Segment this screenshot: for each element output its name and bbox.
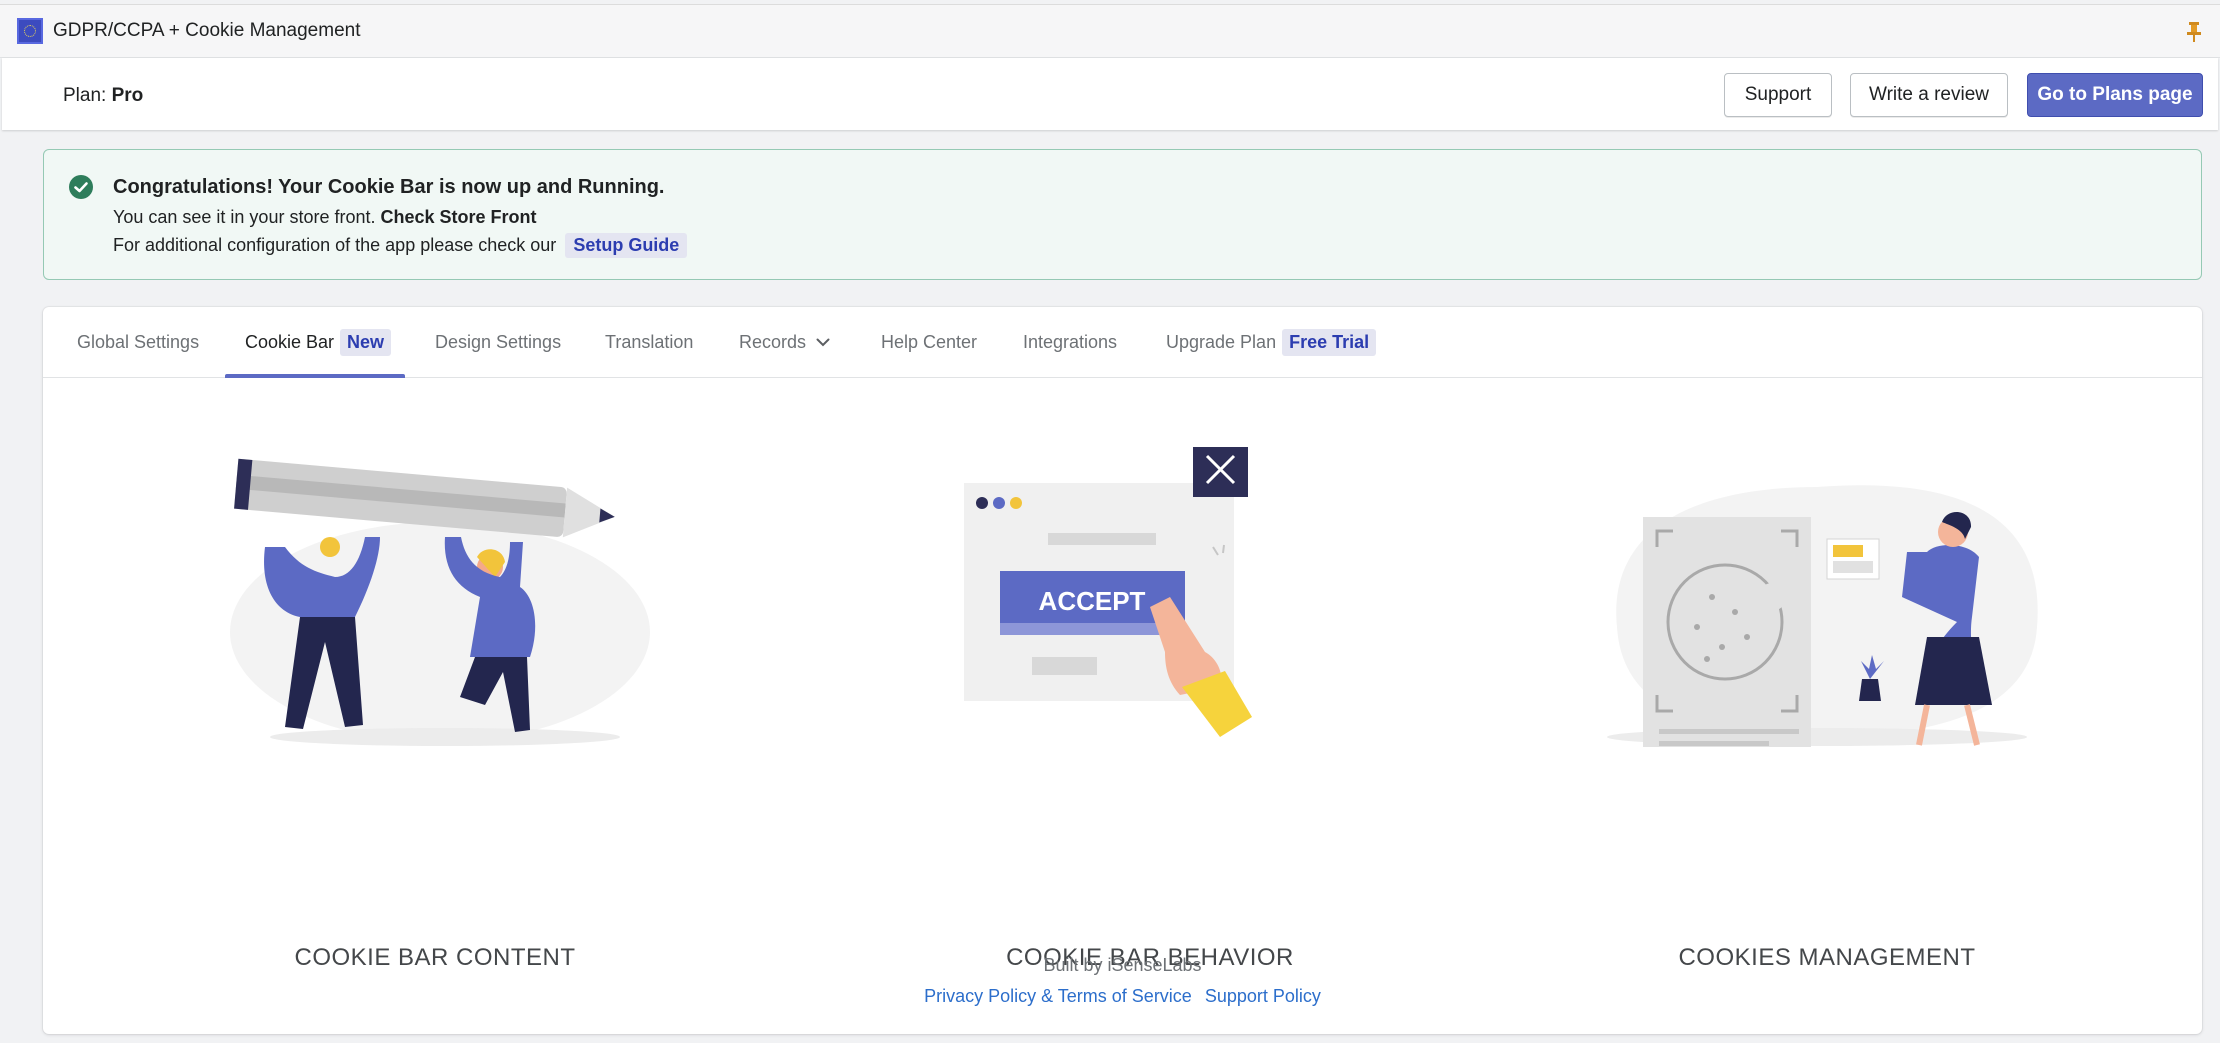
cookie-bar-content-card[interactable]: COOKIE BAR CONTENT	[205, 447, 665, 971]
tab-integrations[interactable]: Integrations	[1023, 307, 1117, 378]
built-by-text: Built by iSenseLabs	[1043, 955, 1202, 975]
success-banner: Congratulations! Your Cookie Bar is now …	[43, 149, 2202, 280]
privacy-policy-link[interactable]: Privacy Policy & Terms of Service	[924, 986, 1192, 1006]
banner-line-guide: For additional configuration of the app …	[113, 233, 688, 258]
banner-title: Congratulations! Your Cookie Bar is now …	[113, 176, 665, 198]
banner-storefront-text: You can see it in your store front.	[113, 207, 376, 227]
active-tab-indicator	[225, 374, 405, 378]
tab-help-center[interactable]: Help Center	[881, 307, 977, 378]
plan-value: Pro	[111, 85, 144, 106]
tab-upgrade-plan[interactable]: Upgrade Plan Free Trial	[1166, 307, 1377, 378]
banner-line-storefront: You can see it in your store front. Chec…	[113, 207, 537, 228]
app-title: GDPR/CCPA + Cookie Management	[53, 20, 361, 41]
tab-bar: Global Settings Cookie Bar New Design Set…	[43, 307, 2202, 378]
tab-label: Records	[739, 332, 807, 352]
new-badge: New	[340, 329, 392, 356]
tab-label: Integrations	[1023, 332, 1118, 352]
tab-translation[interactable]: Translation	[605, 307, 693, 378]
chevron-down-icon	[816, 338, 830, 347]
tab-label: Global Settings	[77, 332, 200, 352]
check-store-front-link[interactable]: Check Store Front	[381, 207, 537, 227]
tab-cookie-bar[interactable]: Cookie Bar New	[245, 307, 392, 378]
banner-guide-text: For additional configuration of the app …	[113, 235, 557, 255]
cookie-bar-behavior-illustration: ACCEPT	[964, 442, 1252, 737]
tab-label: Translation	[605, 332, 694, 352]
tab-design-settings[interactable]: Design Settings	[435, 307, 561, 378]
app-titlebar: GDPR/CCPA + Cookie Management	[0, 4, 2220, 58]
setup-guide-link[interactable]: Setup Guide	[565, 233, 688, 258]
plan-indicator: Plan: Pro	[63, 85, 143, 107]
eu-flag-icon	[17, 18, 43, 44]
support-button[interactable]: Support	[1724, 73, 1832, 117]
tab-label: Help Center	[881, 332, 978, 352]
cookie-bar-content-illustration	[230, 458, 650, 746]
tab-label: Upgrade Plan	[1166, 332, 1277, 352]
accept-button-graphic: ACCEPT	[1039, 586, 1146, 616]
plan-bar: Plan: Pro Support Write a review Go to P…	[2, 58, 2218, 130]
cookie-bar-behavior-card[interactable]: ACCEPT COOKIE BAR BEHAVIOR	[920, 442, 1380, 971]
pin-icon[interactable]	[2186, 22, 2202, 42]
cookies-management-card[interactable]: COOKIES MANAGEMENT	[1597, 447, 2057, 971]
tab-global-settings[interactable]: Global Settings	[77, 307, 199, 378]
plan-label: Plan:	[63, 85, 107, 106]
close-icon	[1193, 442, 1248, 497]
tab-records[interactable]: Records	[739, 307, 830, 378]
write-review-button[interactable]: Write a review	[1850, 73, 2008, 117]
support-policy-link[interactable]: Support Policy	[1205, 986, 1321, 1006]
cookies-management-illustration	[1607, 485, 2038, 762]
free-trial-badge: Free Trial	[1282, 329, 1377, 356]
tab-label: Design Settings	[435, 332, 562, 352]
go-to-plans-button[interactable]: Go to Plans page	[2027, 73, 2203, 117]
main-card: Global Settings Cookie Bar New Design Set…	[43, 307, 2202, 1034]
footer-links: Privacy Policy & Terms of Service Suppor…	[43, 986, 2202, 1007]
check-circle-icon	[69, 175, 93, 199]
tab-label: Cookie Bar	[245, 332, 335, 352]
